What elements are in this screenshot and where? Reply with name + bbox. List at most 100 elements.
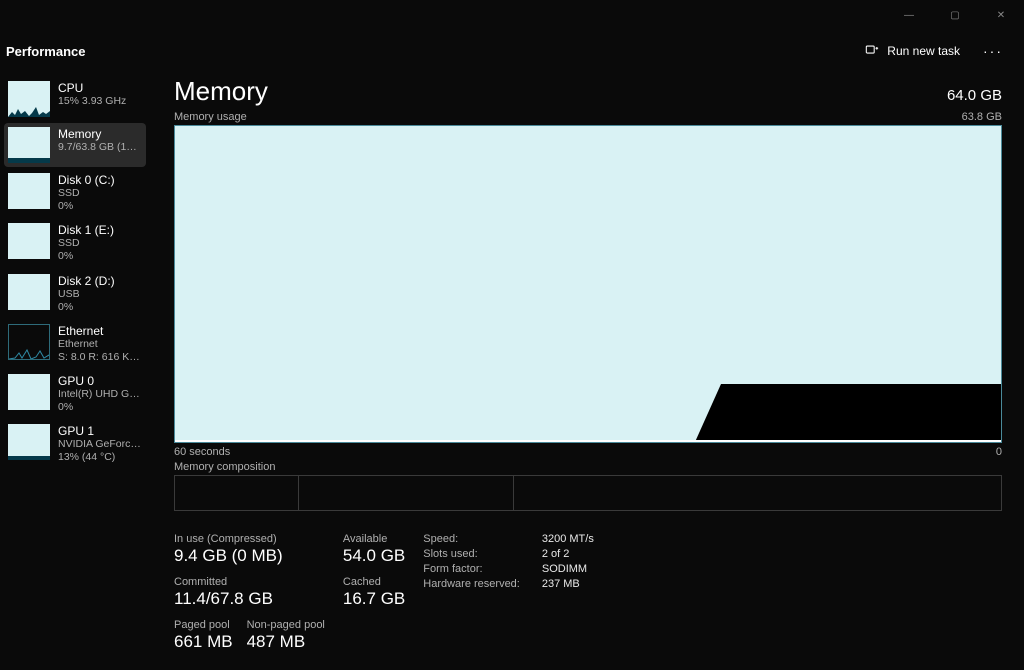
disk1-thumb <box>8 223 50 259</box>
memory-thumb <box>8 127 50 163</box>
sidebar-item-gpu0[interactable]: GPU 0 Intel(R) UHD Grap… 0% <box>4 370 146 418</box>
stat-in-use: In use (Compressed) 9.4 GB (0 MB) <box>174 533 325 566</box>
chart-label-bl: 60 seconds <box>174 446 230 458</box>
gpu0-thumb <box>8 374 50 410</box>
stat-label: Paged pool <box>174 619 233 631</box>
stat-nonpaged: Non-paged pool 487 MB <box>247 619 325 652</box>
sidebar-item-label: Disk 0 (C:) <box>58 173 115 187</box>
sidebar-text: Disk 2 (D:) USB 0% <box>58 274 115 314</box>
sidebar-item-sub: 9.7/63.8 GB (15%) <box>58 141 142 154</box>
sidebar-item-label: Memory <box>58 127 142 141</box>
run-new-task-button[interactable]: Run new task <box>857 37 968 66</box>
memcomp-seg-standby <box>299 476 514 510</box>
sidebar-item-label: CPU <box>58 81 126 95</box>
stat-label: Cached <box>343 576 405 588</box>
sidebar-text: Disk 1 (E:) SSD 0% <box>58 223 114 263</box>
sidebar-item-label: GPU 1 <box>58 424 142 438</box>
header: Performance Run new task ··· <box>0 30 1024 72</box>
cpu-thumb <box>8 81 50 117</box>
stat-available: Available 54.0 GB <box>343 533 405 566</box>
stat-pool-row: Paged pool 661 MB Non-paged pool 487 MB <box>174 619 325 652</box>
memcomp-label: Memory composition <box>174 461 1002 473</box>
stats-area: In use (Compressed) 9.4 GB (0 MB) Commit… <box>174 533 1002 652</box>
sidebar-item-disk0[interactable]: Disk 0 (C:) SSD 0% <box>4 169 146 217</box>
content: CPU 15% 3.93 GHz Memory 9.7/63.8 GB (15%… <box>0 72 1024 670</box>
sidebar-item-sub: USB <box>58 288 115 301</box>
spec-value: 3200 MT/s <box>542 533 594 545</box>
stat-label: Available <box>343 533 405 545</box>
ethernet-thumb <box>8 324 50 360</box>
header-actions: Run new task ··· <box>857 36 1010 66</box>
sidebar-item-label: Disk 1 (E:) <box>58 223 114 237</box>
stat-label: Non-paged pool <box>247 619 325 631</box>
chart-top-row: Memory usage 63.8 GB <box>174 111 1002 123</box>
maximize-button[interactable]: ▢ <box>932 0 978 30</box>
chart-bottom-row: 60 seconds 0 <box>174 446 1002 458</box>
sidebar-item-sub: NVIDIA GeForce R… <box>58 438 142 451</box>
sidebar-item-sub: Ethernet <box>58 338 142 351</box>
stat-value: 661 MB <box>174 632 233 652</box>
stat-committed: Committed 11.4/67.8 GB <box>174 576 325 609</box>
spec-label: Slots used: <box>423 548 520 560</box>
stat-value: 11.4/67.8 GB <box>174 589 325 609</box>
sidebar-item-sub: SSD <box>58 237 114 250</box>
main: Memory 64.0 GB Memory usage 63.8 GB 60 s… <box>152 72 1024 670</box>
stat-value: 9.4 GB (0 MB) <box>174 546 325 566</box>
sidebar-item-gpu1[interactable]: GPU 1 NVIDIA GeForce R… 13% (44 °C) <box>4 420 146 468</box>
sidebar-item-disk2[interactable]: Disk 2 (D:) USB 0% <box>4 270 146 318</box>
sidebar: CPU 15% 3.93 GHz Memory 9.7/63.8 GB (15%… <box>0 72 152 670</box>
chart-label-tl: Memory usage <box>174 111 247 123</box>
sidebar-item-label: GPU 0 <box>58 374 142 388</box>
spec-value: 2 of 2 <box>542 548 594 560</box>
sidebar-item-sub2: 0% <box>58 401 142 414</box>
close-button[interactable]: ✕ <box>978 0 1024 30</box>
sidebar-item-memory[interactable]: Memory 9.7/63.8 GB (15%) <box>4 123 146 167</box>
minimize-button[interactable]: — <box>886 0 932 30</box>
stat-cached: Cached 16.7 GB <box>343 576 405 609</box>
page-title: Performance <box>6 44 85 59</box>
sidebar-text: CPU 15% 3.93 GHz <box>58 81 126 108</box>
sidebar-item-sub: SSD <box>58 187 115 200</box>
spec-value: 237 MB <box>542 578 594 590</box>
run-new-task-label: Run new task <box>887 44 960 58</box>
sidebar-item-sub2: 13% (44 °C) <box>58 451 142 464</box>
more-button[interactable]: ··· <box>976 36 1010 66</box>
stat-col-1: In use (Compressed) 9.4 GB (0 MB) Commit… <box>174 533 325 652</box>
spec-label: Speed: <box>423 533 520 545</box>
sidebar-item-disk1[interactable]: Disk 1 (E:) SSD 0% <box>4 219 146 267</box>
disk0-thumb <box>8 173 50 209</box>
stat-label: In use (Compressed) <box>174 533 325 545</box>
sidebar-item-cpu[interactable]: CPU 15% 3.93 GHz <box>4 77 146 121</box>
stat-value: 16.7 GB <box>343 589 405 609</box>
disk2-thumb <box>8 274 50 310</box>
sidebar-text: GPU 0 Intel(R) UHD Grap… 0% <box>58 374 142 414</box>
sidebar-text: Memory 9.7/63.8 GB (15%) <box>58 127 142 154</box>
sidebar-text: Disk 0 (C:) SSD 0% <box>58 173 115 213</box>
stat-label: Committed <box>174 576 325 588</box>
sidebar-item-sub: Intel(R) UHD Grap… <box>58 388 142 401</box>
sidebar-item-ethernet[interactable]: Ethernet Ethernet S: 8.0 R: 616 Kbps <box>4 320 146 368</box>
spec-label: Form factor: <box>423 563 520 575</box>
memory-usage-chart[interactable] <box>174 125 1002 443</box>
sidebar-item-sub: 15% 3.93 GHz <box>58 95 126 108</box>
chart-label-tr: 63.8 GB <box>962 111 1002 123</box>
memory-capacity: 64.0 GB <box>947 87 1002 104</box>
memory-composition-bar[interactable] <box>174 475 1002 511</box>
main-header: Memory 64.0 GB <box>174 76 1002 107</box>
main-title: Memory <box>174 76 268 107</box>
titlebar: — ▢ ✕ <box>0 0 1024 30</box>
chart-series-fill <box>721 384 1001 442</box>
sidebar-item-label: Ethernet <box>58 324 142 338</box>
stat-col-2: Available 54.0 GB Cached 16.7 GB <box>343 533 405 652</box>
stat-value: 487 MB <box>247 632 325 652</box>
sidebar-item-sub2: 0% <box>58 200 115 213</box>
sidebar-item-sub2: 0% <box>58 301 115 314</box>
run-task-icon <box>865 43 879 60</box>
sidebar-text: Ethernet Ethernet S: 8.0 R: 616 Kbps <box>58 324 142 364</box>
sidebar-item-label: Disk 2 (D:) <box>58 274 115 288</box>
spec-value: SODIMM <box>542 563 594 575</box>
specs: Speed: 3200 MT/s Slots used: 2 of 2 Form… <box>423 533 594 652</box>
chart-label-br: 0 <box>996 446 1002 458</box>
gpu1-thumb <box>8 424 50 460</box>
stat-paged: Paged pool 661 MB <box>174 619 233 652</box>
